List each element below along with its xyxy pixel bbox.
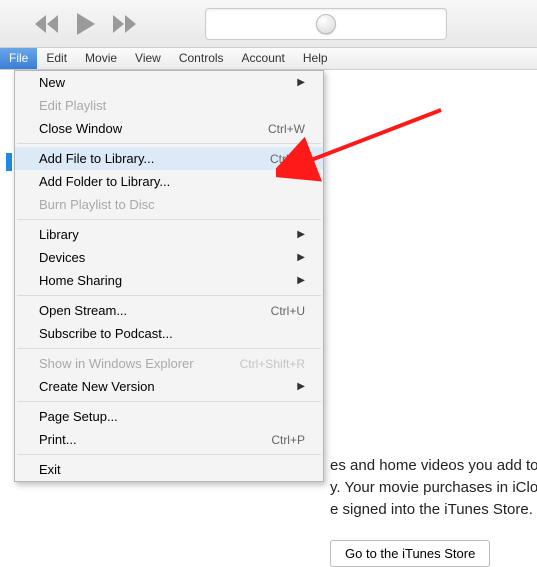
menu-item-rhs: Ctrl+W [231, 122, 305, 136]
menu-shortcut: Ctrl+Shift+R [231, 357, 305, 371]
menu-item-label: Open Stream... [39, 303, 127, 318]
menu-item-devices[interactable]: Devices ▶ [15, 246, 323, 269]
menu-separator [17, 348, 321, 349]
chevron-right-icon: ▶ [297, 77, 305, 88]
menu-item-label: Burn Playlist to Disc [39, 197, 155, 212]
menu-item-label: Devices [39, 250, 85, 265]
menu-item-rhs: ▶ [287, 229, 305, 240]
menu-item-rhs: ▶ [287, 77, 305, 88]
menu-item-add-file-to-library[interactable]: Add File to Library... Ctrl+O [15, 147, 323, 170]
menu-item-rhs: ▶ [287, 252, 305, 263]
chevron-right-icon: ▶ [297, 252, 305, 263]
lcd-display [205, 8, 447, 40]
menu-item-new[interactable]: New ▶ [15, 71, 323, 94]
menu-item-label: Edit Playlist [39, 98, 106, 113]
menu-shortcut: Ctrl+P [231, 433, 305, 447]
description-line: es and home videos you add to iT [330, 455, 537, 477]
menu-separator [17, 295, 321, 296]
description-line: y. Your movie purchases in iClou [330, 477, 537, 499]
menu-item-page-setup[interactable]: Page Setup... [15, 405, 323, 428]
menu-item-rhs: Ctrl+O [231, 152, 305, 166]
menu-item-create-new-version[interactable]: Create New Version ▶ [15, 375, 323, 398]
menu-item-rhs: Ctrl+P [231, 433, 305, 447]
menu-shortcut: Ctrl+W [231, 122, 305, 136]
go-to-store-button[interactable]: Go to the iTunes Store [330, 540, 490, 567]
menu-item-library[interactable]: Library ▶ [15, 223, 323, 246]
play-icon[interactable] [77, 13, 95, 35]
menu-shortcut: Ctrl+U [231, 304, 305, 318]
menu-bar: FileEditMovieViewControlsAccountHelp [0, 48, 537, 70]
menu-item-show-in-windows-explorer: Show in Windows Explorer Ctrl+Shift+R [15, 352, 323, 375]
menu-edit[interactable]: Edit [37, 48, 76, 69]
menu-help[interactable]: Help [294, 48, 337, 69]
chevron-right-icon: ▶ [297, 275, 305, 286]
menu-item-add-folder-to-library[interactable]: Add Folder to Library... [15, 170, 323, 193]
menu-movie[interactable]: Movie [76, 48, 126, 69]
menu-separator [17, 401, 321, 402]
menu-item-rhs: ▶ [287, 381, 305, 392]
menu-item-rhs: Ctrl+Shift+R [231, 357, 305, 371]
previous-icon[interactable] [35, 15, 59, 33]
description-line: e signed into the iTunes Store. [330, 499, 537, 521]
menu-separator [17, 219, 321, 220]
menu-separator [17, 454, 321, 455]
menu-item-label: Subscribe to Podcast... [39, 326, 173, 341]
menu-separator [17, 143, 321, 144]
menu-item-print[interactable]: Print... Ctrl+P [15, 428, 323, 451]
menu-item-label: Add File to Library... [39, 151, 154, 166]
chevron-right-icon: ▶ [297, 229, 305, 240]
menu-item-rhs: Ctrl+U [231, 304, 305, 318]
menu-item-burn-playlist-to-disc: Burn Playlist to Disc [15, 193, 323, 216]
seek-knob[interactable] [316, 14, 336, 34]
menu-item-exit[interactable]: Exit [15, 458, 323, 481]
page-description: es and home videos you add to iT y. Your… [330, 455, 537, 521]
menu-account[interactable]: Account [233, 48, 294, 69]
player-toolbar [0, 0, 537, 48]
menu-item-label: Library [39, 227, 79, 242]
menu-item-label: Create New Version [39, 379, 155, 394]
menu-item-label: Show in Windows Explorer [39, 356, 194, 371]
menu-shortcut: Ctrl+O [231, 152, 305, 166]
menu-item-subscribe-to-podcast[interactable]: Subscribe to Podcast... [15, 322, 323, 345]
next-icon[interactable] [113, 15, 137, 33]
menu-item-label: Home Sharing [39, 273, 122, 288]
file-menu-dropdown: New ▶ Edit Playlist Close Window Ctrl+W Add F… [14, 70, 324, 482]
playback-controls [35, 13, 137, 35]
menu-item-home-sharing[interactable]: Home Sharing ▶ [15, 269, 323, 292]
menu-view[interactable]: View [126, 48, 170, 69]
menu-item-edit-playlist: Edit Playlist [15, 94, 323, 117]
sidebar-selection-indicator [6, 153, 12, 171]
menu-item-label: Close Window [39, 121, 122, 136]
menu-item-label: Print... [39, 432, 77, 447]
menu-item-label: Exit [39, 462, 61, 477]
menu-item-label: New [39, 75, 65, 90]
menu-item-open-stream[interactable]: Open Stream... Ctrl+U [15, 299, 323, 322]
menu-item-label: Page Setup... [39, 409, 118, 424]
menu-item-rhs: ▶ [287, 275, 305, 286]
menu-file[interactable]: File [0, 48, 37, 69]
menu-item-label: Add Folder to Library... [39, 174, 170, 189]
chevron-right-icon: ▶ [297, 381, 305, 392]
menu-controls[interactable]: Controls [170, 48, 233, 69]
menu-item-close-window[interactable]: Close Window Ctrl+W [15, 117, 323, 140]
